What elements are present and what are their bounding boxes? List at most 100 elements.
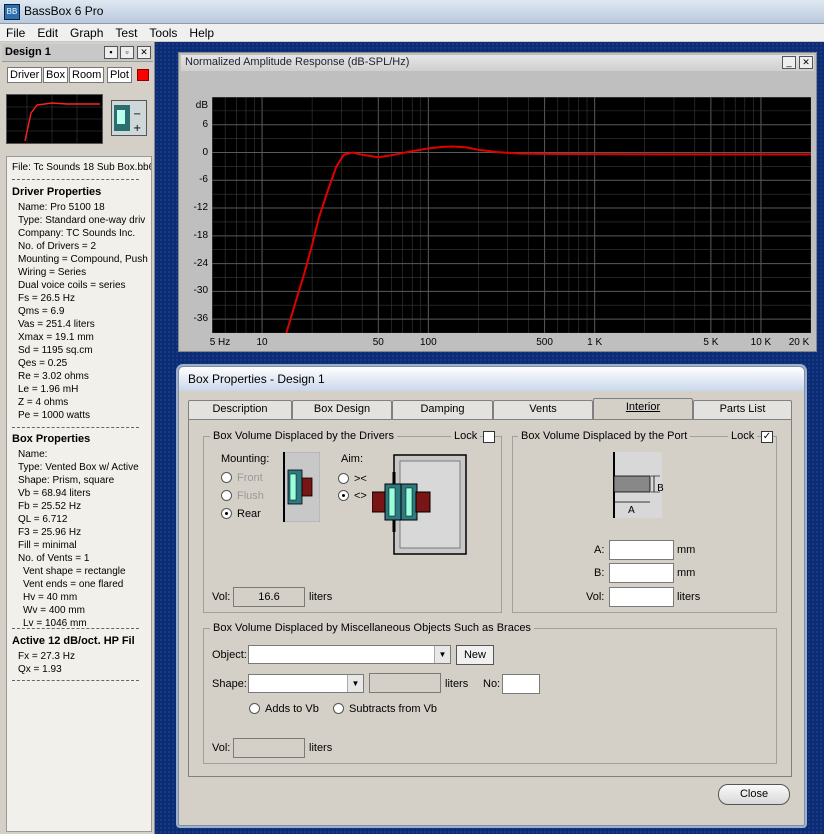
menu-help[interactable]: Help	[183, 24, 220, 41]
info-line: Qms = 6.9	[18, 306, 65, 317]
box-driver-diagram	[372, 454, 467, 555]
misc-vol-field	[233, 738, 305, 758]
app-title: BassBox 6 Pro	[24, 4, 104, 18]
port-b-label: B:	[594, 567, 605, 579]
info-line: Type: Standard one-way driv	[18, 215, 146, 226]
info-line: QL = 6.712	[18, 514, 68, 525]
x-tick-label: 1 K	[587, 337, 603, 348]
tab-interior[interactable]: Interior	[593, 398, 693, 419]
drivers-vol-unit: liters	[309, 591, 333, 603]
aim-inward-label: ><	[354, 473, 367, 485]
new-object-button[interactable]: New	[456, 645, 494, 665]
port-b-unit: mm	[677, 567, 696, 579]
tab-plot[interactable]: Plot	[107, 67, 132, 83]
info-line: Vas = 251.4 liters	[18, 319, 95, 330]
drivers-group-title: Box Volume Displaced by the Drivers	[210, 430, 397, 442]
no-input[interactable]	[502, 674, 540, 694]
response-thumbnail[interactable]	[6, 94, 103, 144]
menu-bar: File Edit Graph Test Tools Help	[0, 24, 824, 42]
chevron-down-icon[interactable]: ▼	[347, 675, 363, 692]
tab-description[interactable]: Description	[188, 400, 292, 419]
close-icon[interactable]: ✕	[137, 46, 151, 59]
info-line: F3 = 25.96 Hz	[18, 527, 82, 538]
box-tabs: Description Box Design Damping Vents Int…	[188, 398, 792, 420]
menu-test[interactable]: Test	[109, 24, 143, 41]
misc-vol-unit: liters	[309, 742, 333, 754]
y-tick-label: -18	[193, 229, 208, 241]
chevron-down-icon[interactable]: ▼	[434, 646, 450, 663]
shape-select[interactable]: ▼	[248, 674, 364, 693]
x-tick-label: 10	[256, 337, 268, 348]
design-title: Design 1	[5, 46, 51, 58]
file-name: File: Tc Sounds 18 Sub Box.bb6	[12, 162, 152, 173]
driver-properties-heading: Driver Properties	[12, 186, 102, 198]
y-tick-label: -30	[193, 285, 208, 297]
info-line: Vent shape = rectangle	[23, 566, 126, 577]
aim-inward-radio[interactable]	[338, 473, 349, 484]
port-lock-checkbox[interactable]: ✓	[761, 431, 773, 443]
title-bar: BB BassBox 6 Pro	[0, 0, 824, 24]
design-header: Design 1 ▪ ▫ ✕	[2, 44, 153, 62]
port-lock-label: Lock	[728, 430, 758, 442]
y-tick-label: 0	[202, 146, 208, 158]
adds-to-vb-radio[interactable]	[249, 703, 260, 714]
tab-box-design[interactable]: Box Design	[292, 400, 392, 419]
tab-parts-list[interactable]: Parts List	[693, 400, 792, 419]
info-line: Hv = 40 mm	[23, 592, 78, 603]
app-icon[interactable]: BB	[4, 4, 20, 20]
mounting-rear-label: Rear	[237, 508, 261, 520]
info-line: Qx = 1.93	[18, 664, 62, 675]
close-icon[interactable]: ✕	[799, 56, 813, 69]
object-select[interactable]: ▼	[248, 645, 451, 664]
info-line: Fx = 27.3 Hz	[18, 651, 75, 662]
response-plot[interactable]	[211, 96, 812, 334]
graph-title-bar: Normalized Amplitude Response (dB-SPL/Hz…	[181, 55, 814, 71]
info-line: Mounting = Compound, Push	[18, 254, 148, 265]
close-button[interactable]: Close	[718, 784, 790, 805]
info-line: Fill = minimal	[18, 540, 77, 551]
info-line: Shape: Prism, square	[18, 475, 115, 486]
plot-color-swatch[interactable]	[137, 69, 149, 81]
save-icon[interactable]: ▪	[104, 46, 118, 59]
port-a-unit: mm	[677, 544, 696, 556]
minimize-icon[interactable]: _	[782, 56, 796, 69]
mounting-rear-radio[interactable]	[221, 508, 232, 519]
menu-edit[interactable]: Edit	[31, 24, 64, 41]
drivers-vol-field: 16.6	[233, 587, 305, 607]
drivers-vol-label: Vol:	[212, 591, 231, 603]
drivers-lock-checkbox[interactable]	[483, 431, 495, 443]
mounting-flush-radio[interactable]	[221, 490, 232, 501]
port-vol-input[interactable]	[609, 587, 674, 607]
speaker-box-icon[interactable]: − +	[111, 100, 147, 136]
y-tick-label: -24	[193, 257, 208, 269]
copy-icon[interactable]: ▫	[120, 46, 134, 59]
info-line: Name:	[18, 449, 48, 460]
tab-box[interactable]: Box	[43, 67, 68, 83]
info-line: Z = 4 ohms	[18, 397, 69, 408]
mounting-front-radio[interactable]	[221, 472, 232, 483]
tab-room[interactable]: Room	[69, 67, 105, 83]
graph-title: Normalized Amplitude Response (dB-SPL/Hz…	[185, 56, 410, 68]
aim-label: Aim:	[341, 453, 363, 465]
menu-tools[interactable]: Tools	[143, 24, 183, 41]
tab-vents[interactable]: Vents	[493, 400, 593, 419]
port-a-input[interactable]	[609, 540, 674, 560]
adds-to-vb-label: Adds to Vb	[265, 703, 319, 715]
y-tick-label: -12	[193, 202, 208, 214]
subtracts-from-vb-radio[interactable]	[333, 703, 344, 714]
x-tick-label: 10 K	[750, 337, 772, 348]
drivers-lock-label: Lock	[451, 430, 481, 442]
port-b-input[interactable]	[609, 563, 674, 583]
info-line: Wv = 400 mm	[23, 605, 85, 616]
tab-driver[interactable]: Driver	[7, 67, 43, 83]
design-info-panel: File: Tc Sounds 18 Sub Box.bb6 Driver Pr…	[6, 156, 152, 832]
aim-outward-radio[interactable]	[338, 490, 349, 501]
info-line: Vent ends = one flared	[23, 579, 124, 590]
info-line: Sd = 1195 sq.cm	[18, 345, 93, 356]
info-line: Type: Vented Box w/ Active	[18, 462, 139, 473]
misc-group-title: Box Volume Displaced by Miscellaneous Ob…	[210, 622, 534, 634]
menu-graph[interactable]: Graph	[64, 24, 109, 41]
menu-file[interactable]: File	[0, 24, 31, 41]
port-vol-label: Vol:	[586, 591, 605, 603]
tab-damping[interactable]: Damping	[392, 400, 493, 419]
